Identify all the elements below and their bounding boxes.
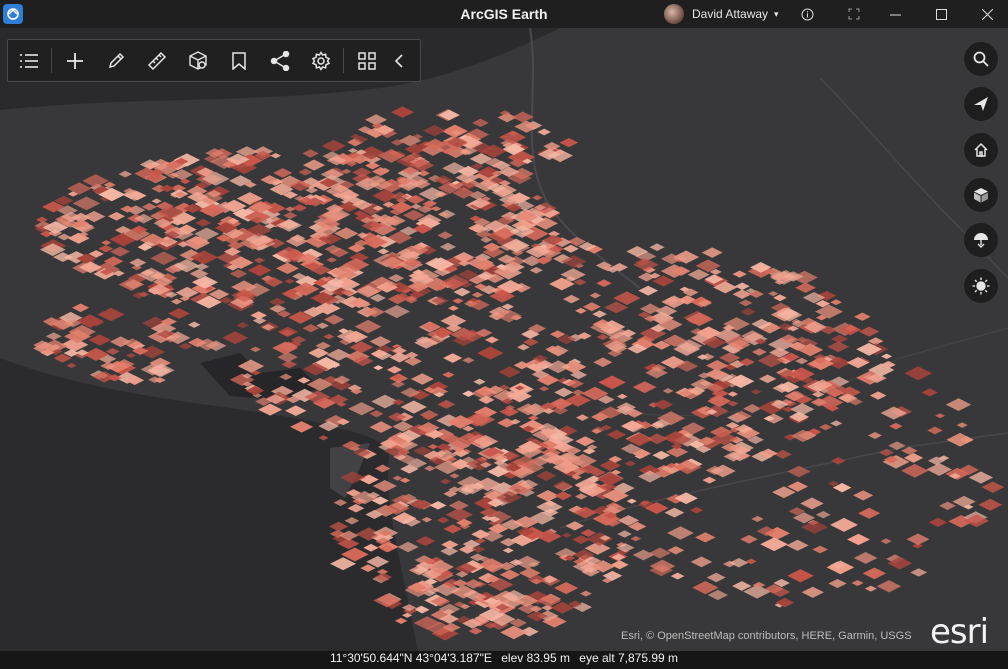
search-icon[interactable] [963,41,999,77]
elevation-readout: elev 83.95 m [501,651,570,665]
user-menu[interactable]: David Attaway ▾ [664,4,779,24]
draw-icon[interactable] [95,40,136,81]
home-icon[interactable] [963,132,999,168]
toolbar-divider [343,48,344,73]
status-bar: 11°30'50.644"N 43°04'3.187"E elev 83.95 … [0,651,1008,669]
scene-canvas[interactable] [0,28,1008,669]
map-attribution[interactable]: Esri, © OpenStreetMap contributors, HERE… [621,630,912,642]
analysis-icon[interactable] [177,40,218,81]
cursor-coordinates: 11°30'50.644"N 43°04'3.187"E [329,651,492,665]
title-bar: ArcGIS Earth David Attaway ▾ [0,0,1008,28]
share-icon[interactable] [259,40,300,81]
fullscreen-icon[interactable] [835,0,873,28]
measure-icon[interactable] [136,40,177,81]
add-icon[interactable] [54,40,95,81]
eye-altitude-readout: eye alt 7,875.99 m [579,651,679,665]
map-view[interactable] [0,28,1008,669]
layers-icon[interactable] [8,40,49,81]
bookmark-icon[interactable] [218,40,259,81]
settings-icon[interactable] [300,40,341,81]
apps-icon[interactable] [346,40,387,81]
minimize-icon[interactable] [876,0,914,28]
esri-logo: esri [930,612,989,652]
daylight-icon[interactable] [963,268,999,304]
close-icon[interactable] [968,0,1006,28]
navigate-icon[interactable] [963,86,999,122]
maximize-icon[interactable] [922,0,960,28]
elevation-icon[interactable] [963,222,999,258]
avatar [664,4,684,24]
chevron-left-icon[interactable] [387,40,411,81]
basemap-icon[interactable] [963,177,999,213]
arcgis-earth-logo-icon [3,4,23,24]
toolbar-divider [51,48,52,73]
info-icon[interactable] [788,0,826,28]
chevron-down-icon: ▾ [774,8,779,19]
user-name: David Attaway [692,7,769,21]
main-toolbar [7,39,421,82]
